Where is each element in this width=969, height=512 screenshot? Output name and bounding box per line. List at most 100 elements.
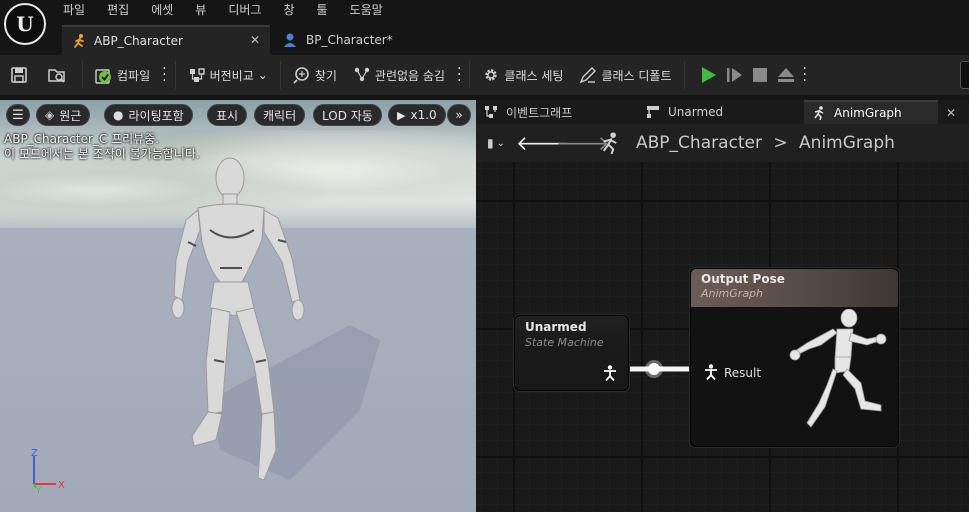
anim-graph-running-icon (814, 106, 824, 120)
browse-folder-icon (48, 69, 65, 83)
viewport-menu-button[interactable]: ☰ (6, 104, 30, 126)
close-icon[interactable]: ✕ (250, 33, 260, 47)
lighting-label: 라이팅포함 (128, 108, 184, 123)
tab-bp-character[interactable]: BP_Character* (278, 25, 393, 55)
toolbar-separator (279, 61, 281, 89)
output-pose-node[interactable]: Output Pose AnimGraph Result (690, 268, 899, 447)
more-options-icon: · · · (802, 61, 807, 89)
show-label: 표시 (216, 108, 239, 123)
bookmark-button[interactable]: ▮ ⌄ (476, 136, 516, 150)
menu-view[interactable]: 뷰 (184, 2, 217, 18)
hide-options-button[interactable]: · · · (453, 59, 465, 91)
lod-button[interactable]: LOD 자동 (313, 104, 382, 126)
close-icon[interactable]: ✕ (946, 106, 956, 120)
tab-label: ABP_Character (94, 34, 183, 48)
browse-button[interactable] (40, 59, 78, 91)
class-defaults-icon (580, 67, 597, 84)
mannequin-torso (197, 203, 265, 283)
tab-abp-character[interactable]: ABP_Character ✕ (62, 25, 270, 55)
compile-options-button[interactable]: · · · (158, 59, 170, 91)
bookmark-icon: ▮ (487, 136, 494, 150)
perspective-cube-icon: ◈ (45, 108, 55, 122)
save-button[interactable] (0, 59, 40, 91)
perspective-button[interactable]: ◈ 원근 (36, 104, 91, 126)
chevron-down-icon: ⌄ (496, 137, 505, 149)
anim-blueprint-icon (74, 34, 84, 48)
running-mannequin-icon (789, 309, 887, 428)
playback-speed-button[interactable]: ▶ x1.0 (388, 104, 446, 126)
play-button[interactable] (689, 59, 721, 91)
eject-button[interactable] (773, 59, 799, 91)
anim-graph-icon-holder (592, 132, 628, 154)
menu-tools[interactable]: 툴 (306, 2, 339, 18)
breadcrumb-current[interactable]: AnimGraph (799, 133, 895, 153)
axis-z-label: Z (31, 448, 38, 459)
character-button[interactable]: 캐릭터 (254, 104, 306, 126)
play-options-button[interactable]: · · · (799, 59, 811, 91)
toolbar-separator (683, 61, 685, 89)
document-tab-bar: ABP_Character ✕ BP_Character* (0, 22, 969, 55)
lighting-mode-button[interactable]: ● 라이팅포함 (104, 104, 193, 126)
class-settings-button[interactable]: 클래스 세팅 (474, 59, 571, 91)
unarmed-state-machine-node[interactable]: Unarmed State Machine (514, 315, 629, 391)
menu-window[interactable]: 창 (272, 2, 305, 18)
node-header: Output Pose AnimGraph (691, 269, 898, 307)
graph-breadcrumb-bar: ▮ ⌄ 🡐 🡒 ABP_Character > AnimGraph (476, 124, 969, 162)
show-button[interactable]: 표시 (207, 104, 248, 126)
mannequin-left-foot (191, 411, 223, 447)
tab-anim-graph[interactable]: AnimGraph ✕ (804, 100, 956, 124)
blueprint-character-icon (284, 33, 296, 47)
mannequin-left-arm (173, 209, 201, 301)
forward-button[interactable]: 🡒 (556, 131, 610, 155)
double-chevron-right-icon: » (455, 108, 463, 122)
tab-label: AnimGraph (834, 106, 902, 120)
mannequin-character[interactable] (150, 150, 380, 490)
compile-check-icon (95, 69, 111, 84)
pose-output-pin-icon[interactable] (603, 365, 617, 381)
search-box-edge[interactable] (960, 61, 969, 89)
node-subtitle: State Machine (525, 336, 604, 349)
stop-button[interactable] (747, 59, 773, 91)
play-icon (701, 67, 716, 83)
diff-button[interactable]: 버전비교 ⌄ (180, 59, 276, 91)
tab-unarmed[interactable]: Unarmed (646, 100, 723, 124)
chevron-down-icon: ⌄ (257, 68, 268, 82)
back-button[interactable]: 🡐 (516, 131, 570, 155)
play-speed-icon: ▶ (397, 108, 406, 122)
hide-unrelated-button[interactable]: 관련없음 숨김 (345, 59, 453, 91)
step-button[interactable] (721, 59, 747, 91)
compile-button[interactable]: 컴파일 (87, 59, 158, 91)
node-title: Output Pose (701, 272, 785, 286)
tab-event-graph[interactable]: 이벤트그래프 (484, 100, 572, 124)
menu-asset[interactable]: 에셋 (140, 2, 184, 18)
toolbar: 컴파일 · · · 버전비교 ⌄ 찾기 관련없음 숨김 · · · 클래스 세팅… (0, 55, 969, 95)
save-icon (11, 67, 27, 83)
class-defaults-button[interactable]: 클래스 디폴트 (571, 59, 679, 91)
diff-icon (189, 68, 205, 82)
overlay-line-1: ABP_Character_C 프리뷰중. (4, 132, 160, 146)
speed-label: x1.0 (410, 108, 437, 122)
menu-help[interactable]: 도움말 (339, 2, 394, 18)
lod-label: LOD 자동 (322, 108, 373, 123)
find-button[interactable]: 찾기 (285, 59, 345, 91)
hide-unrelated-label: 관련없음 숨김 (374, 68, 445, 83)
unreal-logo-icon[interactable]: U (4, 3, 46, 45)
more-options-icon: · · · (162, 61, 167, 89)
node-title: Unarmed (525, 320, 587, 334)
perspective-label: 원근 (59, 108, 82, 123)
character-label: 캐릭터 (263, 108, 297, 123)
character-shadow (210, 325, 380, 480)
result-pin-label: Result (724, 366, 762, 380)
breadcrumb-separator: > (773, 133, 788, 153)
menu-file[interactable]: 파일 (52, 2, 96, 18)
mannequin-head (215, 157, 245, 199)
step-icon (726, 68, 742, 82)
axis-gizmo: Z X Y (31, 448, 65, 493)
viewport-more-button[interactable]: » (447, 104, 471, 126)
menu-edit[interactable]: 편집 (96, 2, 140, 18)
pose-input-pin-icon[interactable] (704, 364, 718, 380)
breadcrumb: ABP_Character > AnimGraph (636, 133, 895, 153)
graph-tab-bar: 이벤트그래프 Unarmed AnimGraph ✕ (476, 100, 969, 124)
menu-debug[interactable]: 디버그 (217, 2, 272, 18)
breadcrumb-root[interactable]: ABP_Character (636, 133, 762, 153)
